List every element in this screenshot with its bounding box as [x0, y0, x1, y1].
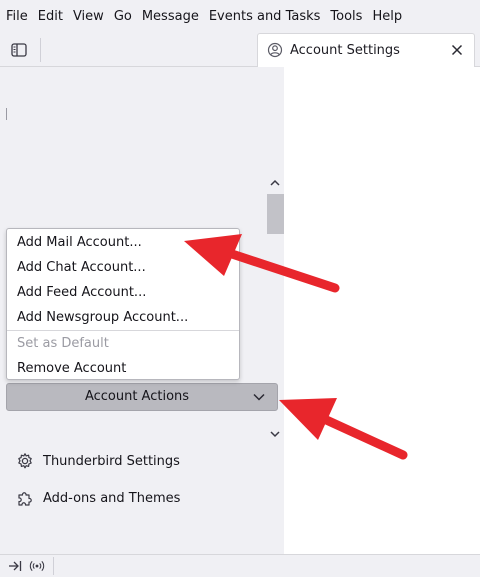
account-actions-menu: Add Mail Account... Add Chat Account... …	[6, 228, 240, 380]
menu-item-set-as-default: Set as Default	[17, 336, 109, 351]
sidebar-panel-icon	[11, 43, 27, 57]
menu-item-add-mail-account[interactable]: Add Mail Account...	[7, 230, 239, 255]
menu-message[interactable]: Message	[137, 0, 204, 33]
addons-and-themes-label: Add-ons and Themes	[43, 490, 181, 506]
chevron-down-icon	[270, 431, 280, 438]
collapse-sidebar-button[interactable]	[7, 558, 23, 574]
online-status-icon	[29, 561, 45, 571]
tab-label: Account Settings	[290, 43, 400, 58]
chevron-down-icon	[252, 390, 266, 404]
menu-edit[interactable]: Edit	[33, 0, 68, 33]
puzzle-icon	[15, 488, 35, 508]
toolbar-separator	[40, 38, 41, 62]
scrollbar-down-button[interactable]	[268, 428, 282, 440]
online-status-button[interactable]	[29, 558, 45, 574]
close-icon	[451, 44, 463, 56]
menu-help[interactable]: Help	[367, 0, 407, 33]
menu-item-remove-account[interactable]: Remove Account	[7, 356, 239, 381]
collapse-sidebar-icon	[9, 561, 22, 571]
menu-view[interactable]: View	[68, 0, 109, 33]
menu-bar: File Edit View Go Message Events and Tas…	[0, 0, 480, 33]
menu-file[interactable]: File	[0, 0, 33, 33]
chevron-up-icon	[270, 179, 280, 186]
addons-and-themes-link[interactable]: Add-ons and Themes	[15, 487, 180, 509]
menu-tools[interactable]: Tools	[325, 0, 367, 33]
menu-item-add-newsgroup-account[interactable]: Add Newsgroup Account...	[7, 305, 239, 330]
gear-icon	[15, 451, 35, 471]
menu-item-add-chat-account[interactable]: Add Chat Account...	[7, 255, 239, 280]
tab-bar: Account Settings	[0, 33, 480, 67]
status-separator	[53, 557, 54, 575]
menu-events-and-tasks[interactable]: Events and Tasks	[204, 0, 326, 33]
status-bar	[0, 554, 480, 577]
account-actions-label: Account Actions	[84, 389, 190, 404]
account-settings-content	[284, 67, 480, 554]
scrollbar-thumb[interactable]	[267, 194, 284, 234]
tab-close-button[interactable]	[448, 41, 466, 59]
account-actions-button[interactable]: Account Actions	[6, 383, 278, 411]
gear-circle-icon	[267, 42, 283, 58]
menu-item-add-feed-account[interactable]: Add Feed Account...	[7, 280, 239, 305]
account-tree-indicator	[6, 108, 7, 120]
menu-go[interactable]: Go	[109, 0, 137, 33]
thunderbird-settings-label: Thunderbird Settings	[43, 453, 180, 469]
spaces-toggle-button[interactable]	[8, 40, 30, 60]
thunderbird-settings-link[interactable]: Thunderbird Settings	[15, 450, 180, 472]
scrollbar-up-button[interactable]	[268, 177, 282, 189]
tab-account-settings[interactable]: Account Settings	[257, 33, 475, 67]
